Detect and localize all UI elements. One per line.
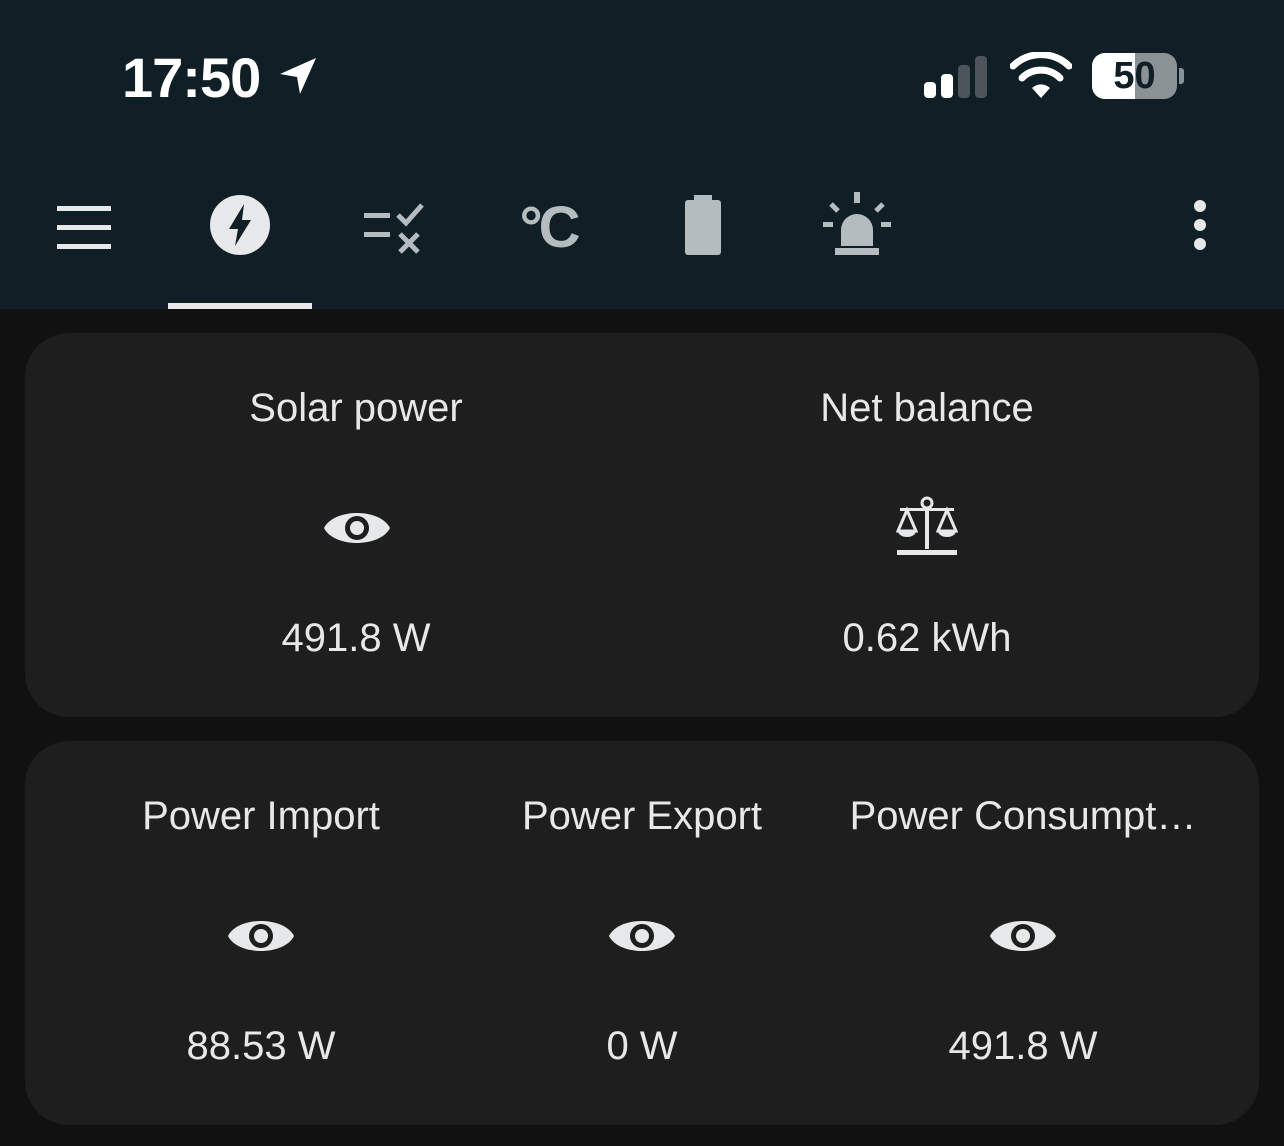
tile-name: Net balance [820, 386, 1034, 430]
tile-name: Power Export [521, 794, 763, 838]
cellular-signal-icon [924, 56, 987, 98]
tab-checklist[interactable] [354, 188, 434, 268]
battery-body: 50 [1092, 53, 1177, 99]
battery-indicator: 50 [1092, 53, 1184, 99]
energy-summary-card: Solar power 491.8 W Net balance 0.62 kWh [25, 333, 1259, 717]
celsius-icon: °C [519, 195, 580, 260]
tile-solar-power[interactable]: Solar power 491.8 W [71, 333, 641, 717]
location-arrow-icon [280, 58, 316, 94]
tile-power-import[interactable]: Power Import 88.53 W [71, 741, 451, 1125]
tile-value: 0 W [606, 1024, 678, 1068]
scale-balance-icon [895, 496, 959, 555]
battery-percent: 50 [1113, 55, 1156, 97]
status-time: 17:50 [122, 46, 261, 109]
tab-temperature[interactable]: °C [508, 188, 588, 268]
eye-icon [228, 921, 294, 951]
eye-icon [990, 921, 1056, 951]
tile-name: Power Import [142, 794, 380, 838]
app-header: 17:50 50 °C [0, 0, 1284, 309]
more-vertical-icon [1194, 200, 1206, 250]
tile-value: 491.8 W [948, 1024, 1098, 1068]
tile-power-consumption[interactable]: Power Consumpt… 491.8 W [833, 741, 1213, 1125]
lightning-bolt-icon [210, 195, 270, 255]
tile-net-balance[interactable]: Net balance 0.62 kWh [642, 333, 1212, 717]
toolbar: °C [0, 150, 1284, 309]
tile-value: 0.62 kWh [842, 616, 1012, 660]
eye-icon [609, 921, 675, 951]
alarm-light-icon [823, 192, 891, 255]
menu-icon [57, 206, 111, 249]
battery-icon [685, 195, 721, 255]
status-bar: 17:50 50 [0, 0, 1284, 150]
selected-tab-indicator [168, 303, 312, 309]
wifi-icon [1010, 52, 1072, 98]
menu-button[interactable] [44, 188, 124, 268]
tile-name: Power Consumpt… [849, 794, 1197, 838]
tab-alarm[interactable] [817, 188, 897, 268]
power-flow-card: Power Import 88.53 W Power Export 0 W Po… [25, 741, 1259, 1125]
tile-value: 491.8 W [281, 616, 431, 660]
eye-icon [324, 513, 390, 543]
battery-nub [1179, 68, 1184, 84]
tab-battery[interactable] [663, 188, 743, 268]
tile-name: Solar power [249, 386, 463, 430]
tile-power-export[interactable]: Power Export 0 W [452, 741, 832, 1125]
tile-value: 88.53 W [186, 1024, 336, 1068]
more-options-button[interactable] [1160, 188, 1240, 268]
checklist-icon [364, 203, 424, 254]
tab-energy[interactable] [200, 188, 280, 268]
